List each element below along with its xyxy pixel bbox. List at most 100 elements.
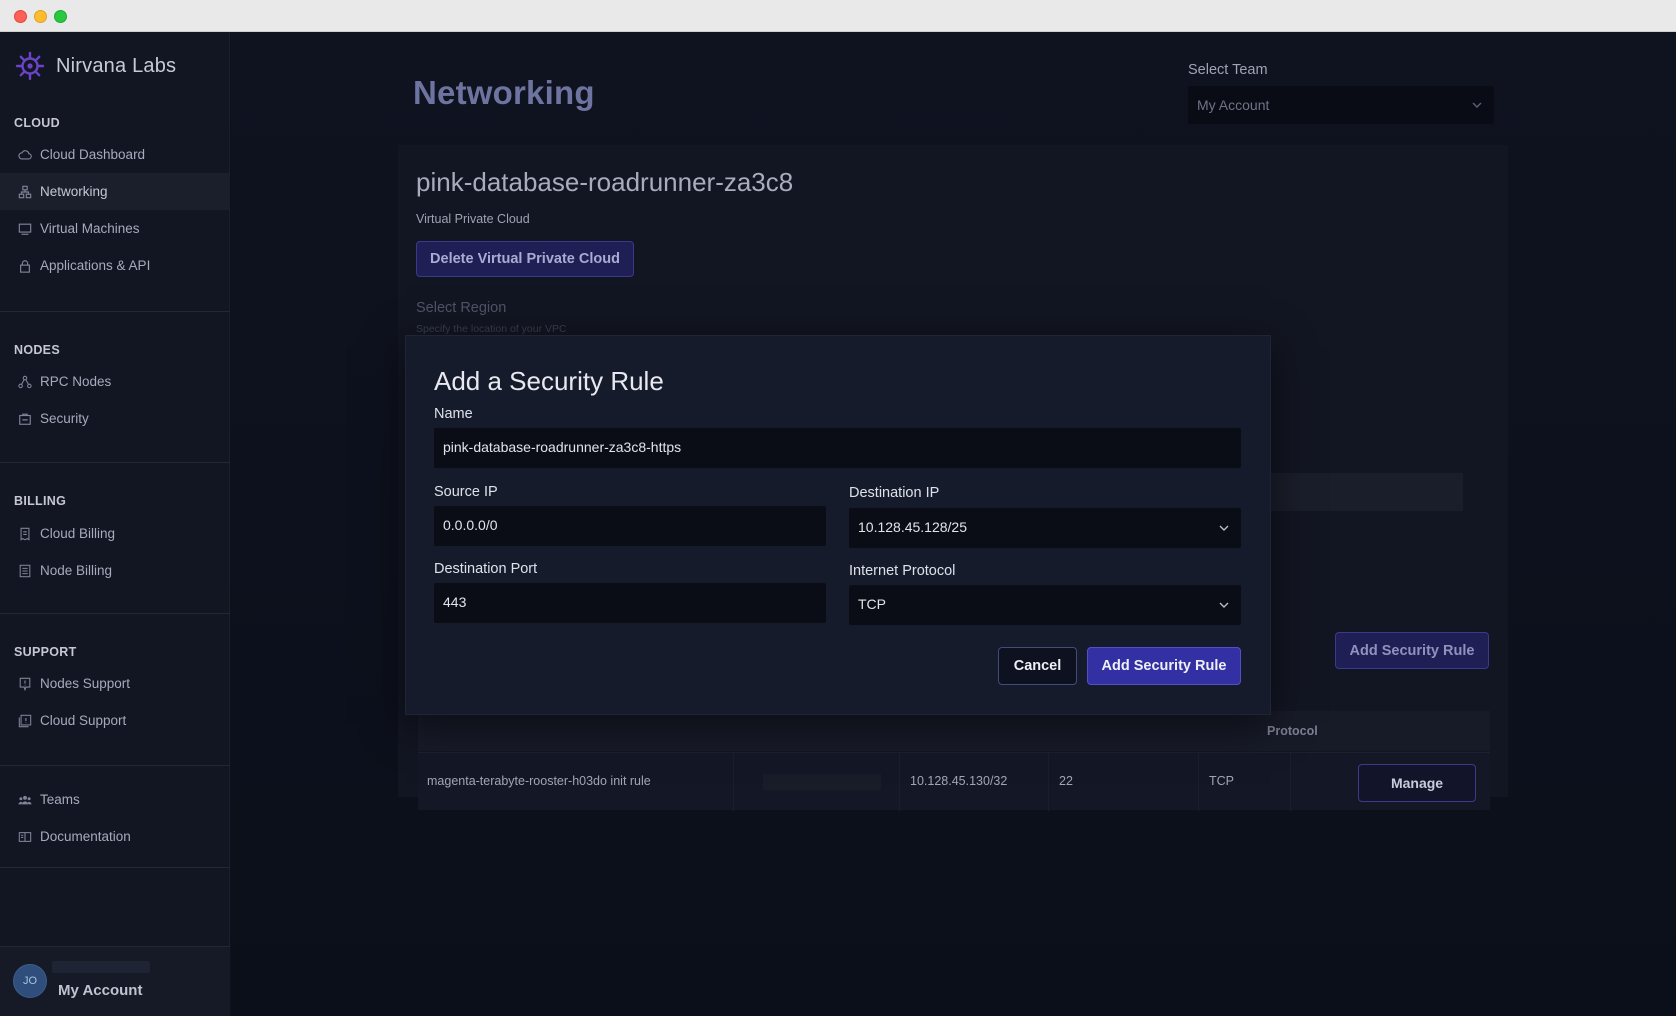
lock-icon [18, 259, 32, 273]
sidebar: Nirvana Labs CLOUD Cloud Dashboard Netwo… [0, 32, 230, 1016]
network-icon [18, 185, 32, 199]
app-window: Nirvana Labs CLOUD Cloud Dashboard Netwo… [0, 0, 1676, 1016]
sidebar-item-label: Cloud Billing [40, 526, 116, 541]
page-title: Networking [413, 74, 595, 111]
sidebar-divider [0, 311, 230, 312]
sidebar-item-teams[interactable]: Teams [0, 781, 230, 818]
shield-icon [18, 412, 32, 426]
add-security-rule-submit-button[interactable]: Add Security Rule [1087, 647, 1241, 685]
team-icon [18, 793, 32, 807]
section-label-support: SUPPORT [14, 645, 77, 659]
cancel-button[interactable]: Cancel [998, 647, 1077, 685]
avatar: JO [13, 964, 47, 998]
sidebar-item-label: Virtual Machines [40, 221, 140, 236]
sidebar-item-security[interactable]: Security [0, 400, 230, 437]
account-menu[interactable]: JO My Account [0, 946, 230, 1016]
sidebar-divider [0, 462, 230, 463]
column-header-protocol: Protocol [1267, 724, 1318, 738]
protocol-cell: TCP [1209, 774, 1234, 788]
sidebar-item-label: Cloud Support [40, 713, 127, 728]
chevron-down-icon [1219, 602, 1229, 608]
team-select-value: My Account [1197, 97, 1270, 113]
team-select-label: Select Team [1188, 62, 1268, 78]
section-label-cloud: CLOUD [14, 116, 60, 130]
destination-ip-select[interactable]: 10.128.45.128/25 [849, 508, 1241, 548]
sidebar-item-label: Documentation [40, 829, 131, 844]
name-field-label: Name [434, 406, 473, 422]
sidebar-item-virtual-machines[interactable]: Virtual Machines [0, 210, 230, 247]
redacted-source-cell [763, 774, 881, 790]
destination-port-input[interactable]: 443 [434, 583, 826, 623]
sidebar-divider [0, 613, 230, 614]
sidebar-item-applications-api[interactable]: Applications & API [0, 247, 230, 284]
modal-title: Add a Security Rule [434, 366, 664, 396]
nirvana-logo-icon [15, 51, 45, 81]
support-icon [18, 677, 32, 691]
section-label-billing: BILLING [14, 494, 67, 508]
sidebar-item-rpc-nodes[interactable]: RPC Nodes [0, 363, 230, 400]
column-separator [1290, 753, 1291, 811]
protocol-value: TCP [858, 596, 886, 612]
chevron-down-icon [1219, 525, 1229, 531]
sidebar-item-cloud-support[interactable]: Cloud Support [0, 702, 230, 739]
sidebar-item-label: Security [40, 411, 89, 426]
brand-name: Nirvana Labs [56, 54, 177, 77]
team-select[interactable]: My Account [1188, 86, 1494, 124]
section-label-nodes: NODES [14, 343, 60, 357]
cloud-icon [18, 148, 32, 162]
name-input[interactable]: pink-database-roadrunner-za3c8-https [434, 428, 1241, 468]
manage-rule-button[interactable]: Manage [1358, 764, 1476, 802]
destination-ip-value: 10.128.45.128/25 [858, 519, 967, 535]
sidebar-item-cloud-billing[interactable]: Cloud Billing [0, 515, 230, 552]
sidebar-item-label: Teams [40, 792, 80, 807]
help-icon [18, 714, 32, 728]
column-separator [733, 753, 734, 811]
column-separator [1048, 753, 1049, 811]
delete-vpc-button[interactable]: Delete Virtual Private Cloud [416, 241, 634, 277]
vpc-name: pink-database-roadrunner-za3c8 [416, 167, 794, 197]
source-ip-input[interactable]: 0.0.0.0/0 [434, 506, 826, 546]
monitor-icon [18, 222, 32, 236]
brand[interactable]: Nirvana Labs [14, 50, 176, 82]
nodes-icon [18, 375, 32, 389]
column-separator [899, 753, 900, 811]
table-row: magenta-terabyte-rooster-h03do init rule… [418, 752, 1490, 811]
window-titlebar [0, 0, 1676, 32]
sidebar-item-networking[interactable]: Networking [0, 173, 230, 210]
source-ip-value: 0.0.0.0/0 [443, 517, 498, 533]
zoom-window-button[interactable] [54, 10, 67, 23]
sidebar-item-label: Nodes Support [40, 676, 131, 691]
sidebar-item-label: RPC Nodes [40, 374, 112, 389]
invoice-icon [18, 564, 32, 578]
region-field[interactable] [1241, 473, 1463, 511]
vpc-type-label: Virtual Private Cloud [416, 212, 530, 226]
minimize-window-button[interactable] [34, 10, 47, 23]
sidebar-item-label: Networking [40, 184, 108, 199]
destination-port-value: 443 [443, 594, 467, 610]
sidebar-item-nodes-support[interactable]: Nodes Support [0, 665, 230, 702]
sidebar-item-label: Node Billing [40, 563, 113, 578]
destination-port-label: Destination Port [434, 561, 538, 577]
region-select-label: Select Region [416, 300, 507, 316]
region-select-hint: Specify the location of your VPC [416, 323, 567, 335]
sidebar-item-cloud-dashboard[interactable]: Cloud Dashboard [0, 136, 230, 173]
sidebar-divider [0, 765, 230, 766]
destination-ip-label: Destination IP [849, 485, 940, 501]
account-name: My Account [58, 982, 143, 999]
add-security-rule-button[interactable]: Add Security Rule [1335, 632, 1489, 669]
destination-ip-cell: 10.128.45.130/32 [910, 774, 1008, 788]
sidebar-item-label: Applications & API [40, 258, 151, 273]
chevron-down-icon [1472, 102, 1482, 108]
sidebar-item-documentation[interactable]: Documentation [0, 818, 230, 855]
source-ip-label: Source IP [434, 484, 498, 500]
port-cell: 22 [1059, 774, 1073, 788]
book-icon [18, 830, 32, 844]
protocol-select[interactable]: TCP [849, 585, 1241, 625]
column-separator [1198, 753, 1199, 811]
redacted-email [52, 961, 150, 973]
close-window-button[interactable] [14, 10, 27, 23]
protocol-label: Internet Protocol [849, 563, 956, 579]
rule-name-cell: magenta-terabyte-rooster-h03do init rule [427, 774, 651, 788]
sidebar-item-node-billing[interactable]: Node Billing [0, 552, 230, 589]
add-security-rule-modal: Add a Security Rule Name pink-database-r… [406, 336, 1270, 714]
